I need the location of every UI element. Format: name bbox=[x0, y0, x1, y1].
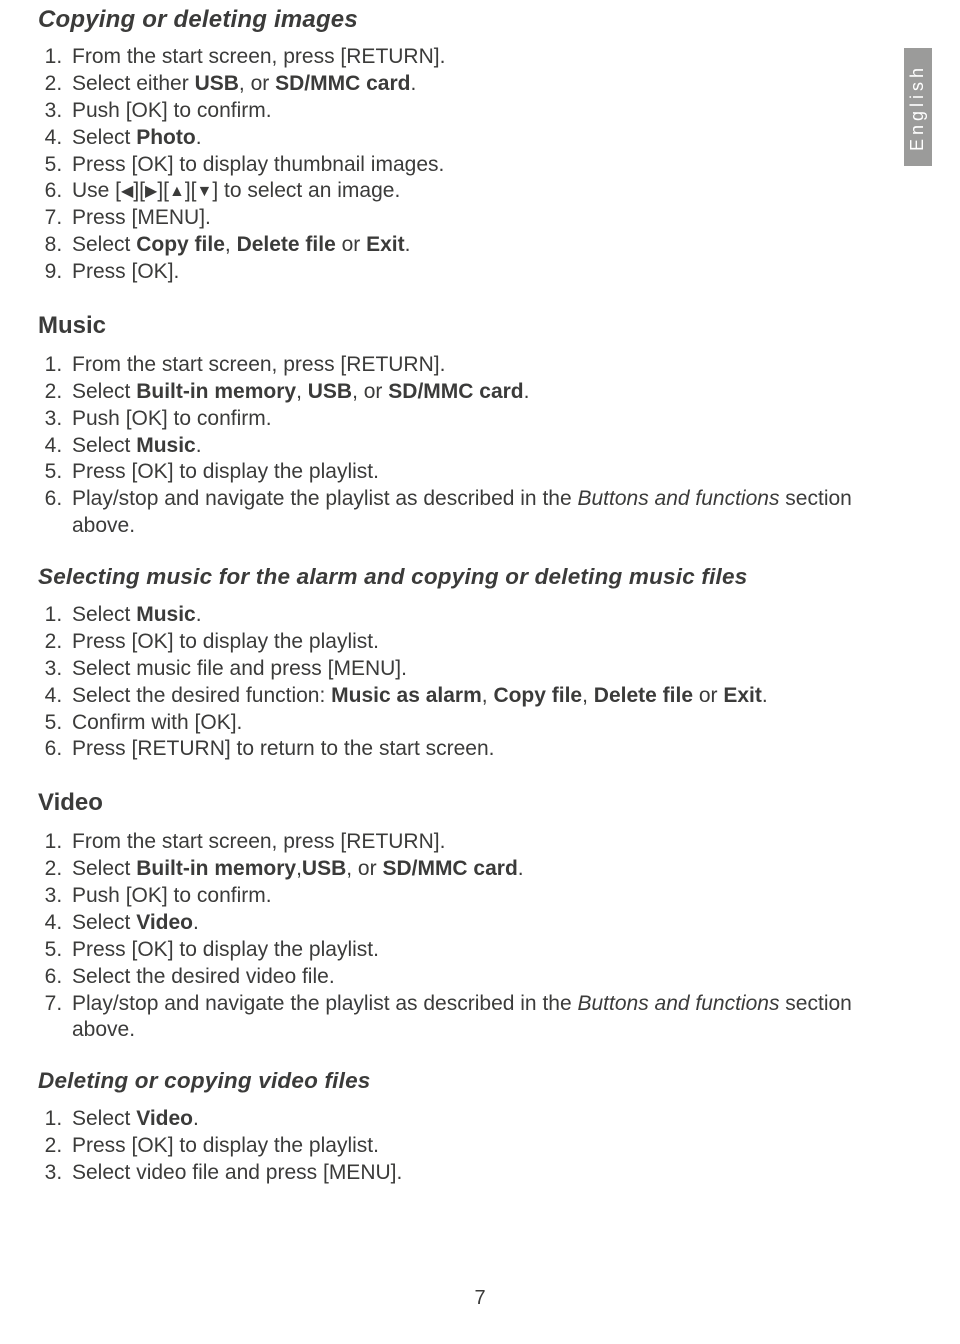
list-item: Play/stop and navigate the playlist as d… bbox=[68, 486, 868, 540]
heading-deleting-video: Deleting or copying video files bbox=[38, 1068, 868, 1094]
heading-video: Video bbox=[38, 789, 868, 817]
list-item: Select Copy file, Delete file or Exit. bbox=[68, 232, 868, 259]
up-arrow-icon: ▲ bbox=[169, 184, 185, 200]
list-item: From the start screen, press [RETURN]. bbox=[68, 44, 868, 71]
list-item: Select Music. bbox=[68, 602, 868, 629]
list-item: Press [OK] to display the playlist. bbox=[68, 1133, 868, 1160]
list-item: Push [OK] to confirm. bbox=[68, 406, 868, 433]
list-selecting-music: Select Music. Press [OK] to display the … bbox=[38, 602, 868, 763]
page-content: Copying or deleting images From the star… bbox=[38, 6, 868, 1187]
left-arrow-icon: ◀ bbox=[121, 184, 133, 200]
list-item: Select either USB, or SD/MMC card. bbox=[68, 71, 868, 98]
page-number: 7 bbox=[0, 1287, 960, 1310]
list-item: Press [OK] to display thumbnail images. bbox=[68, 152, 868, 179]
list-item: Confirm with [OK]. bbox=[68, 710, 868, 737]
language-tab-label: English bbox=[908, 63, 929, 150]
list-item: From the start screen, press [RETURN]. bbox=[68, 352, 868, 379]
manual-page: English Copying or deleting images From … bbox=[0, 0, 960, 1344]
list-item: Press [OK] to display the playlist. bbox=[68, 629, 868, 656]
list-item: Press [OK] to display the playlist. bbox=[68, 459, 868, 486]
right-arrow-icon: ▶ bbox=[145, 184, 157, 200]
list-item: Press [MENU]. bbox=[68, 205, 868, 232]
list-item: Select Built-in memory,USB, or SD/MMC ca… bbox=[68, 856, 868, 883]
list-video: From the start screen, press [RETURN]. S… bbox=[38, 829, 868, 1044]
list-item: Play/stop and navigate the playlist as d… bbox=[68, 991, 868, 1045]
list-item: Press [OK]. bbox=[68, 259, 868, 286]
heading-copy-delete-images: Copying or deleting images bbox=[38, 6, 868, 34]
language-tab: English bbox=[904, 48, 932, 166]
heading-music: Music bbox=[38, 312, 868, 340]
list-deleting-video: Select Video. Press [OK] to display the … bbox=[38, 1106, 868, 1187]
list-copy-delete-images: From the start screen, press [RETURN]. S… bbox=[38, 44, 868, 286]
list-item: Select the desired function: Music as al… bbox=[68, 683, 868, 710]
list-item: Use [◀][▶][▲][▼] to select an image. bbox=[68, 178, 868, 205]
list-item: From the start screen, press [RETURN]. bbox=[68, 829, 868, 856]
heading-selecting-music: Selecting music for the alarm and copyin… bbox=[38, 564, 868, 590]
list-music: From the start screen, press [RETURN]. S… bbox=[38, 352, 868, 540]
list-item: Push [OK] to confirm. bbox=[68, 883, 868, 910]
list-item: Select music file and press [MENU]. bbox=[68, 656, 868, 683]
list-item: Select Photo. bbox=[68, 125, 868, 152]
list-item: Select video file and press [MENU]. bbox=[68, 1160, 868, 1187]
list-item: Select the desired video file. bbox=[68, 964, 868, 991]
list-item: Select Music. bbox=[68, 433, 868, 460]
list-item: Push [OK] to confirm. bbox=[68, 98, 868, 125]
list-item: Select Video. bbox=[68, 1106, 868, 1133]
list-item: Press [RETURN] to return to the start sc… bbox=[68, 736, 868, 763]
list-item: Select Video. bbox=[68, 910, 868, 937]
down-arrow-icon: ▼ bbox=[197, 184, 213, 200]
list-item: Select Built-in memory, USB, or SD/MMC c… bbox=[68, 379, 868, 406]
list-item: Press [OK] to display the playlist. bbox=[68, 937, 868, 964]
